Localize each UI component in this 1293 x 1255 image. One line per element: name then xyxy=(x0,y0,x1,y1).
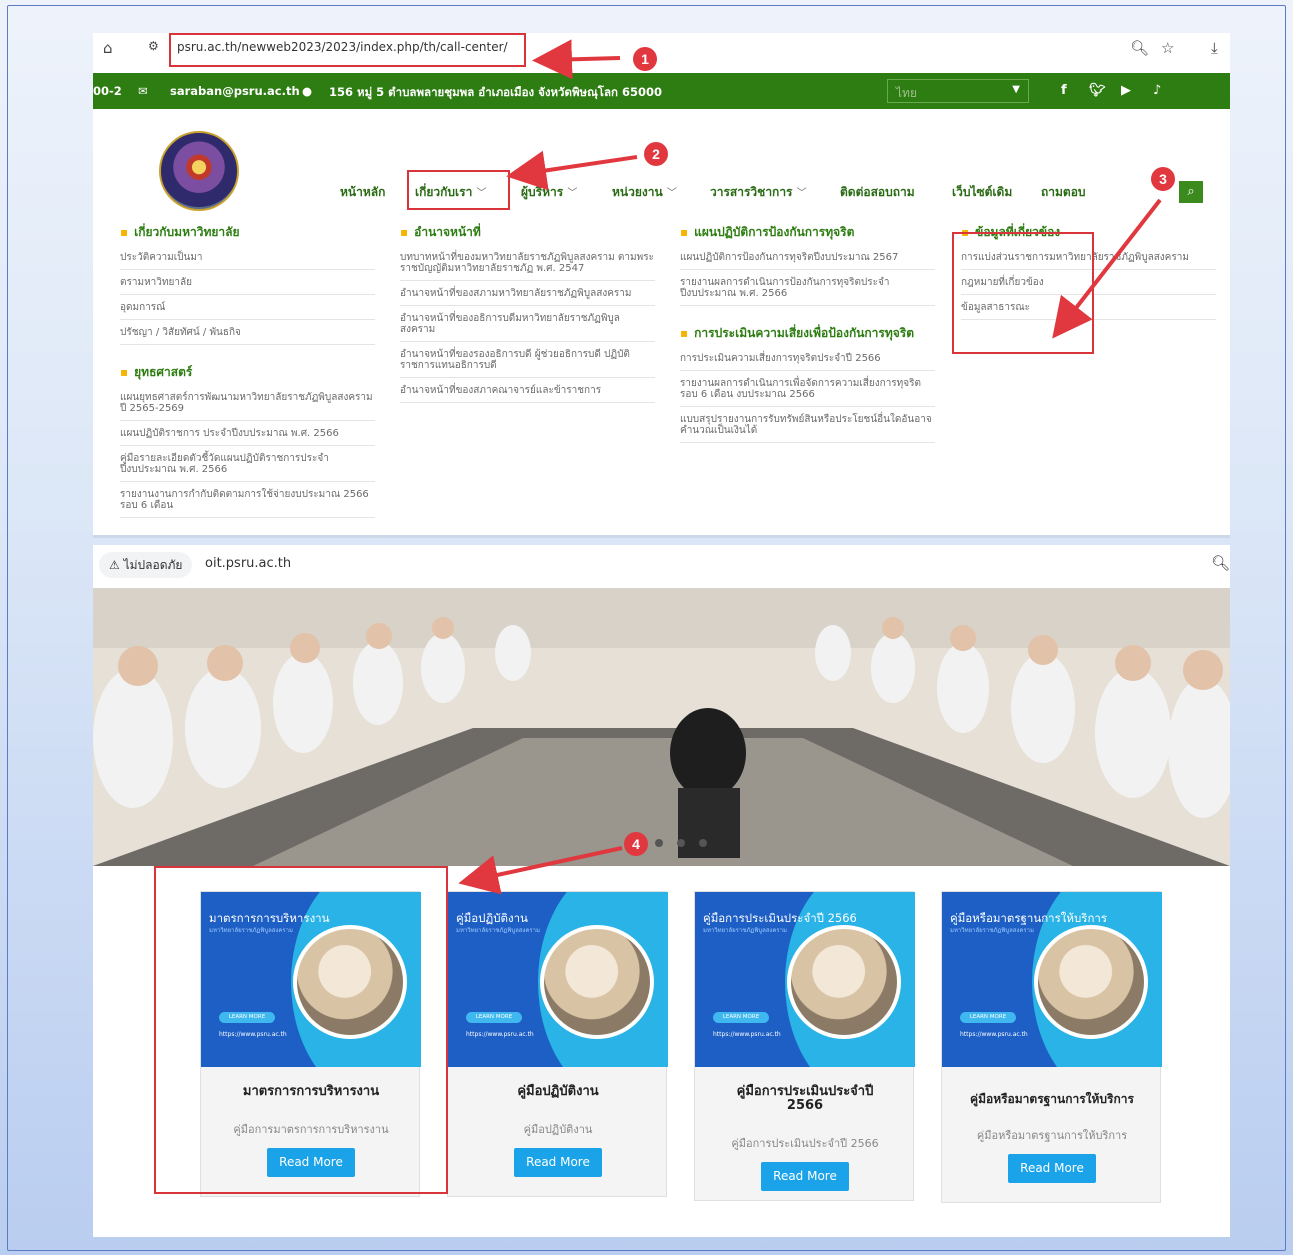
arrow-2 xyxy=(506,150,638,191)
annotation-badge-2: 2 xyxy=(644,142,668,166)
annotation-arrows xyxy=(458,39,1162,895)
annotation-badge-3: 3 xyxy=(1151,167,1175,191)
arrow-3 xyxy=(1052,198,1162,339)
arrow-1 xyxy=(532,39,621,80)
annotation-badge-4: 4 xyxy=(624,832,648,856)
annotation-badge-1: 1 xyxy=(633,47,657,71)
arrow-4 xyxy=(458,846,623,895)
